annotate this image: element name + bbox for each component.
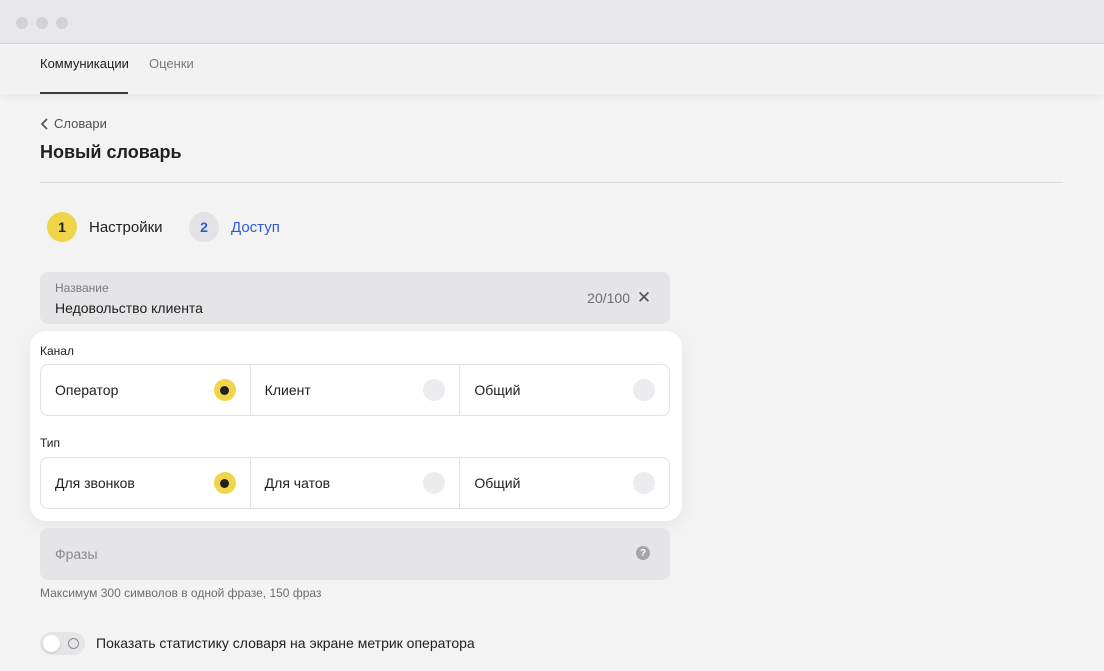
stats-toggle[interactable] (40, 632, 85, 655)
window-maximize-dot[interactable] (56, 17, 68, 29)
toggle-knob (43, 635, 60, 652)
option-label: Для чатов (264, 475, 331, 491)
tab-ratings[interactable]: Оценки (149, 56, 194, 72)
name-field-label: Название (55, 281, 109, 295)
phrases-placeholder: Фразы (55, 546, 98, 562)
channel-selector: Оператор Клиент Общий (40, 364, 670, 416)
option-label: Для звонков (55, 475, 135, 491)
step-label: Доступ (231, 218, 280, 236)
tab-communications[interactable]: Коммуникации (40, 56, 129, 72)
window-titlebar (0, 0, 1104, 44)
channel-label: Канал (40, 344, 74, 358)
phrases-hint: Максимум 300 символов в одной фразе, 150… (40, 586, 322, 600)
type-label: Тип (40, 436, 61, 450)
name-field[interactable]: Название Недовольство клиента 20/100 ✕ (40, 272, 670, 324)
breadcrumb-label: Словари (54, 116, 107, 131)
radio-unchecked[interactable] (633, 472, 656, 494)
type-option-chats[interactable]: Для чатов (251, 458, 461, 508)
top-tabs: Коммуникации Оценки (0, 44, 1104, 94)
name-field-value[interactable]: Недовольство клиента (55, 300, 203, 316)
step-number: 2 (189, 212, 219, 242)
step-access[interactable]: 2 Доступ (189, 212, 280, 242)
step-label: Настройки (89, 218, 163, 236)
step-number: 1 (47, 212, 77, 242)
toggle-off-icon (68, 638, 79, 649)
option-label: Общий (474, 382, 521, 398)
type-selector: Для звонков Для чатов Общий (40, 457, 670, 509)
close-icon[interactable]: ✕ (634, 288, 654, 308)
phrases-input[interactable]: Фразы ? (40, 528, 670, 580)
breadcrumb[interactable]: Словари (40, 116, 107, 132)
stats-toggle-label: Показать статистику словаря на экране ме… (96, 635, 475, 651)
channel-option-client[interactable]: Клиент (251, 365, 461, 415)
radio-unchecked[interactable] (633, 379, 656, 401)
option-label: Оператор (55, 382, 119, 398)
settings-card: Канал Оператор Клиент Общий Тип Для звон… (30, 331, 682, 521)
page-title: Новый словарь (40, 142, 182, 162)
char-counter: 20/100 (587, 290, 630, 306)
step-settings[interactable]: 1 Настройки (47, 212, 163, 242)
option-label: Общий (474, 475, 521, 491)
radio-unchecked[interactable] (423, 472, 446, 494)
help-icon[interactable]: ? (636, 546, 650, 560)
type-option-calls[interactable]: Для звонков (41, 458, 251, 508)
radio-unchecked[interactable] (423, 379, 446, 401)
active-tab-indicator (40, 92, 128, 94)
type-option-common[interactable]: Общий (460, 458, 669, 508)
option-label: Клиент (264, 382, 311, 398)
divider (40, 182, 1063, 183)
chevron-left-icon (40, 118, 48, 130)
radio-checked[interactable] (213, 379, 236, 401)
radio-checked[interactable] (213, 472, 236, 494)
window-minimize-dot[interactable] (36, 17, 48, 29)
window-close-dot[interactable] (16, 17, 28, 29)
channel-option-operator[interactable]: Оператор (41, 365, 251, 415)
channel-option-common[interactable]: Общий (460, 365, 669, 415)
